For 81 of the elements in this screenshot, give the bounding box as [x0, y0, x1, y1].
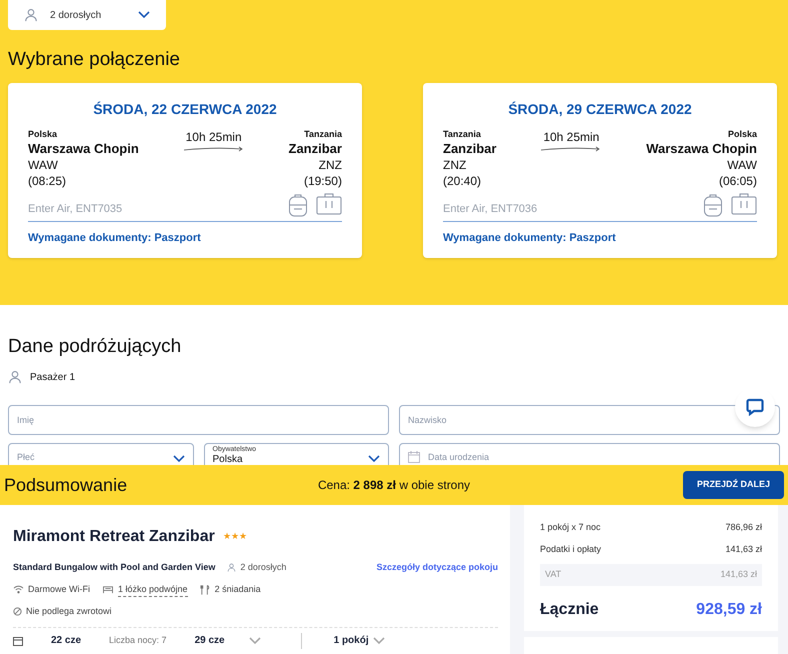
- check-out-date: 29 cze: [194, 634, 225, 648]
- suitcase-icon: [316, 193, 342, 215]
- airport-code: ZNZ: [443, 157, 468, 173]
- summary-title: Podsumowanie: [4, 474, 128, 496]
- chevron-down-icon: [172, 454, 184, 462]
- room-type: Standard Bungalow with Pool and Garden View: [13, 561, 216, 574]
- field-placeholder: Data urodzenia: [428, 450, 490, 464]
- amenity-label: 2 śniadania: [214, 583, 261, 596]
- price-value: 786,96 zł: [725, 521, 762, 534]
- calendar-icon: [13, 636, 23, 646]
- carrier-flight-number: Enter Air, ENT7035: [28, 202, 122, 216]
- departure-time: (08:25): [28, 173, 68, 189]
- star-icon: ★: [230, 530, 239, 544]
- travellers-dropdown[interactable]: 2 dorosłych: [8, 0, 166, 30]
- flight-date: ŚRODA, 22 CZERWCA 2022: [92, 100, 278, 118]
- chat-icon: [746, 398, 764, 416]
- continue-button[interactable]: PRZEJDŹ DALEJ: [682, 471, 784, 499]
- airport-name: Zanzibar: [288, 141, 342, 157]
- backpack-icon: [703, 193, 723, 217]
- airport-name: Warszawa Chopin: [646, 141, 757, 157]
- suitcase-icon: [731, 193, 757, 215]
- country: Tanzania: [443, 128, 482, 140]
- flight-date: ŚRODA, 29 CZERWCA 2022: [507, 100, 693, 118]
- person-icon: [24, 8, 38, 22]
- non-refundable-icon: [13, 607, 22, 616]
- price-label: Podatki i opłaty: [540, 542, 602, 556]
- text-field[interactable]: Nazwisko: [399, 404, 780, 434]
- price-value: 141,63 zł: [720, 568, 757, 581]
- wifi-icon: [13, 585, 24, 594]
- text-field[interactable]: Imię: [8, 404, 389, 434]
- star-icon: ★: [238, 530, 247, 544]
- rooms-dropdown[interactable]: 1 pokój: [334, 633, 385, 648]
- backpack-icon: [288, 193, 308, 217]
- flight-duration: 10h 25min: [186, 128, 242, 146]
- required-documents: Wymagane dokumenty: Paszport: [443, 231, 617, 246]
- airport-name: Zanzibar: [443, 141, 496, 157]
- airport-code: WAW: [727, 157, 757, 173]
- arrival-time: (06:05): [718, 173, 757, 189]
- price-summary: Cena: 2 898 zł w obie strony: [318, 477, 470, 494]
- flight-duration: 10h 25min: [543, 128, 600, 146]
- price-label: 1 pokój x 7 noc: [540, 521, 601, 534]
- flight-arrow-icon: [184, 146, 244, 152]
- amenity-label: 1 łóżko podwójne: [118, 582, 188, 597]
- carrier-flight-number: Enter Air, ENT7036: [443, 202, 538, 216]
- country: Polska: [728, 128, 757, 140]
- country: Tanzania: [304, 128, 342, 140]
- departure-time: (20:40): [443, 173, 482, 189]
- bed-icon: [102, 585, 114, 594]
- chevron-down-icon: [248, 636, 261, 644]
- total-price: 928,59 zł: [696, 600, 762, 620]
- calendar-icon: [408, 450, 420, 462]
- total-label: Łącznie: [540, 600, 599, 620]
- room-details-link[interactable]: Szczegóły dotyczące pokoju: [376, 561, 498, 574]
- price-label: VAT: [545, 568, 562, 581]
- check-in-date: 22 cze: [51, 634, 82, 648]
- chevron-down-icon: [138, 11, 150, 19]
- country: Polska: [28, 128, 58, 140]
- airport-code: ZNZ: [318, 157, 342, 173]
- price-value: 141,63 zł: [725, 542, 762, 556]
- guests-icon: [227, 563, 236, 572]
- airport-code: WAW: [28, 157, 59, 173]
- section-title: Wybrane połączenie: [8, 48, 181, 72]
- field-placeholder: Płeć: [17, 452, 35, 462]
- arrival-time: (19:50): [304, 173, 342, 189]
- guest-count: 2 dorosłych: [240, 561, 286, 574]
- refund-policy: Nie podlega zwrotowi: [26, 605, 112, 618]
- chevron-down-icon: [372, 636, 385, 644]
- required-documents: Wymagane dokumenty: Paszport: [28, 231, 202, 246]
- passenger-label: Pasażer 1: [30, 370, 76, 384]
- airport-name: Warszawa Chopin: [28, 141, 139, 157]
- night-count: Liczba nocy: 7: [109, 634, 167, 647]
- chevron-down-icon: [368, 454, 380, 462]
- section-title: Dane podróżujących: [8, 335, 182, 359]
- passenger-icon: [8, 370, 22, 384]
- amenity-label: Darmowe Wi-Fi: [28, 583, 90, 596]
- field-value: Polska: [212, 454, 244, 464]
- star-icon: ★: [222, 530, 231, 544]
- chat-button[interactable]: [735, 387, 775, 427]
- hotel-name: Miramont Retreat Zanzibar: [13, 527, 215, 547]
- flight-arrow-icon: [541, 146, 602, 152]
- cutlery-icon: [200, 584, 211, 595]
